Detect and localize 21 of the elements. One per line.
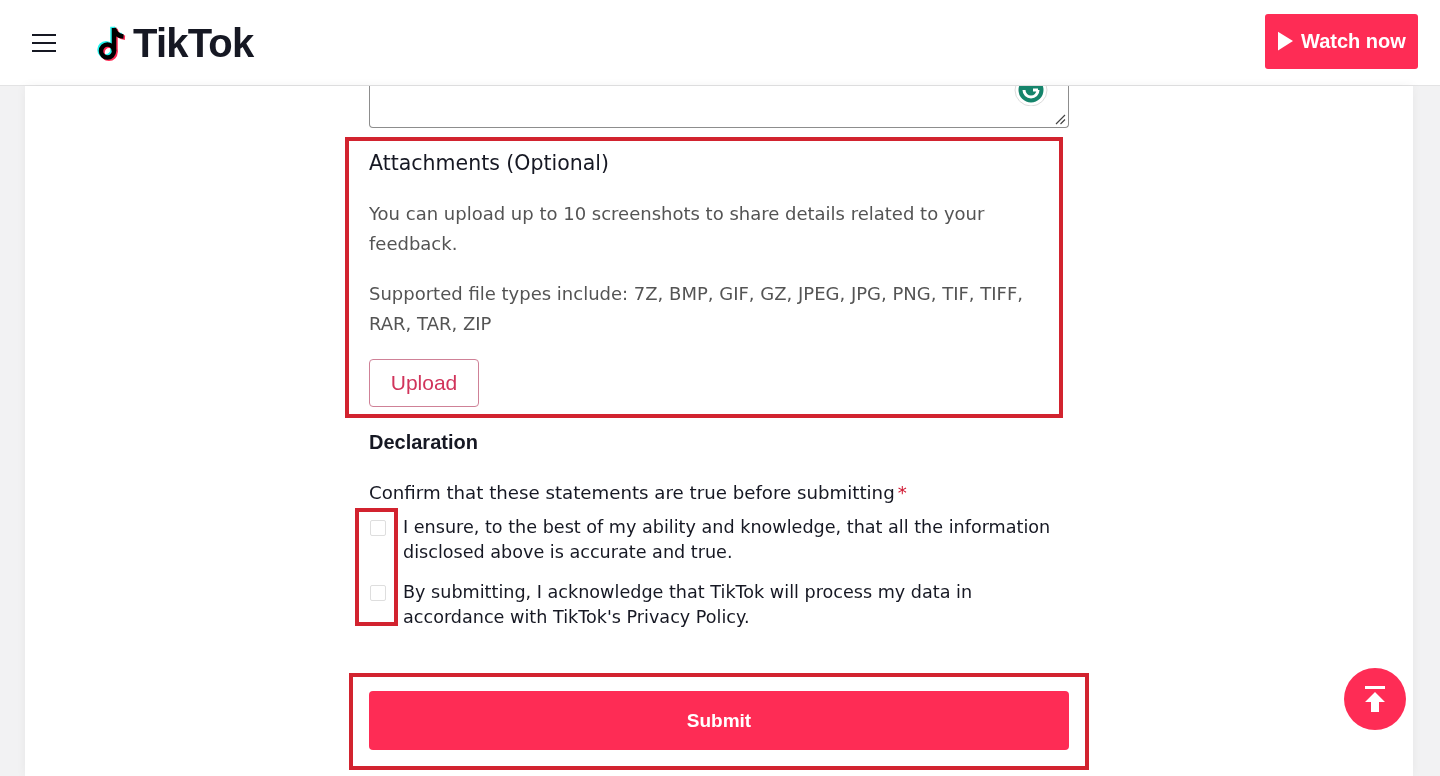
required-asterisk: * [897, 482, 907, 503]
help-text: You can upload up to 10 screenshots to share details related to your feedback. [369, 202, 986, 256]
text-area-field[interactable] [369, 86, 1069, 128]
checkbox[interactable] [370, 520, 386, 536]
checkbox-label: I ensure, to the best of my ability and knowledge, that all the information disclosed above is accurate and true. [403, 516, 1052, 564]
section-title: Attachments (Optional) [369, 150, 611, 176]
music-note-icon[interactable] [95, 24, 128, 61]
upload-button[interactable]: Upload [369, 359, 479, 407]
watch-now-button[interactable]: Watch now [1265, 13, 1418, 69]
checkbox-label: By submitting, I acknowledge that TikTok will process my data in accordance with TikTok's Privacy Policy. [403, 581, 974, 629]
checkbox[interactable] [370, 585, 386, 601]
play-icon [1278, 31, 1293, 51]
brand-logo[interactable]: TikTok [133, 21, 254, 64]
circular-arrow-icon[interactable] [1014, 86, 1048, 106]
section-title: Declaration [369, 430, 479, 455]
submit-button[interactable]: Submit [369, 691, 1069, 750]
menu-icon[interactable] [32, 33, 56, 52]
resize-handle-icon[interactable] [1054, 113, 1066, 125]
help-text: Supported file types include: 7Z, BMP, GIF, GZ, JPEG, JPG, PNG, TIF, TIFF, RAR, TAR, ZIP [369, 282, 1025, 336]
arrow-to-top-icon [1363, 686, 1387, 712]
field-label: Confirm that these statements are true before submitting [369, 482, 895, 503]
